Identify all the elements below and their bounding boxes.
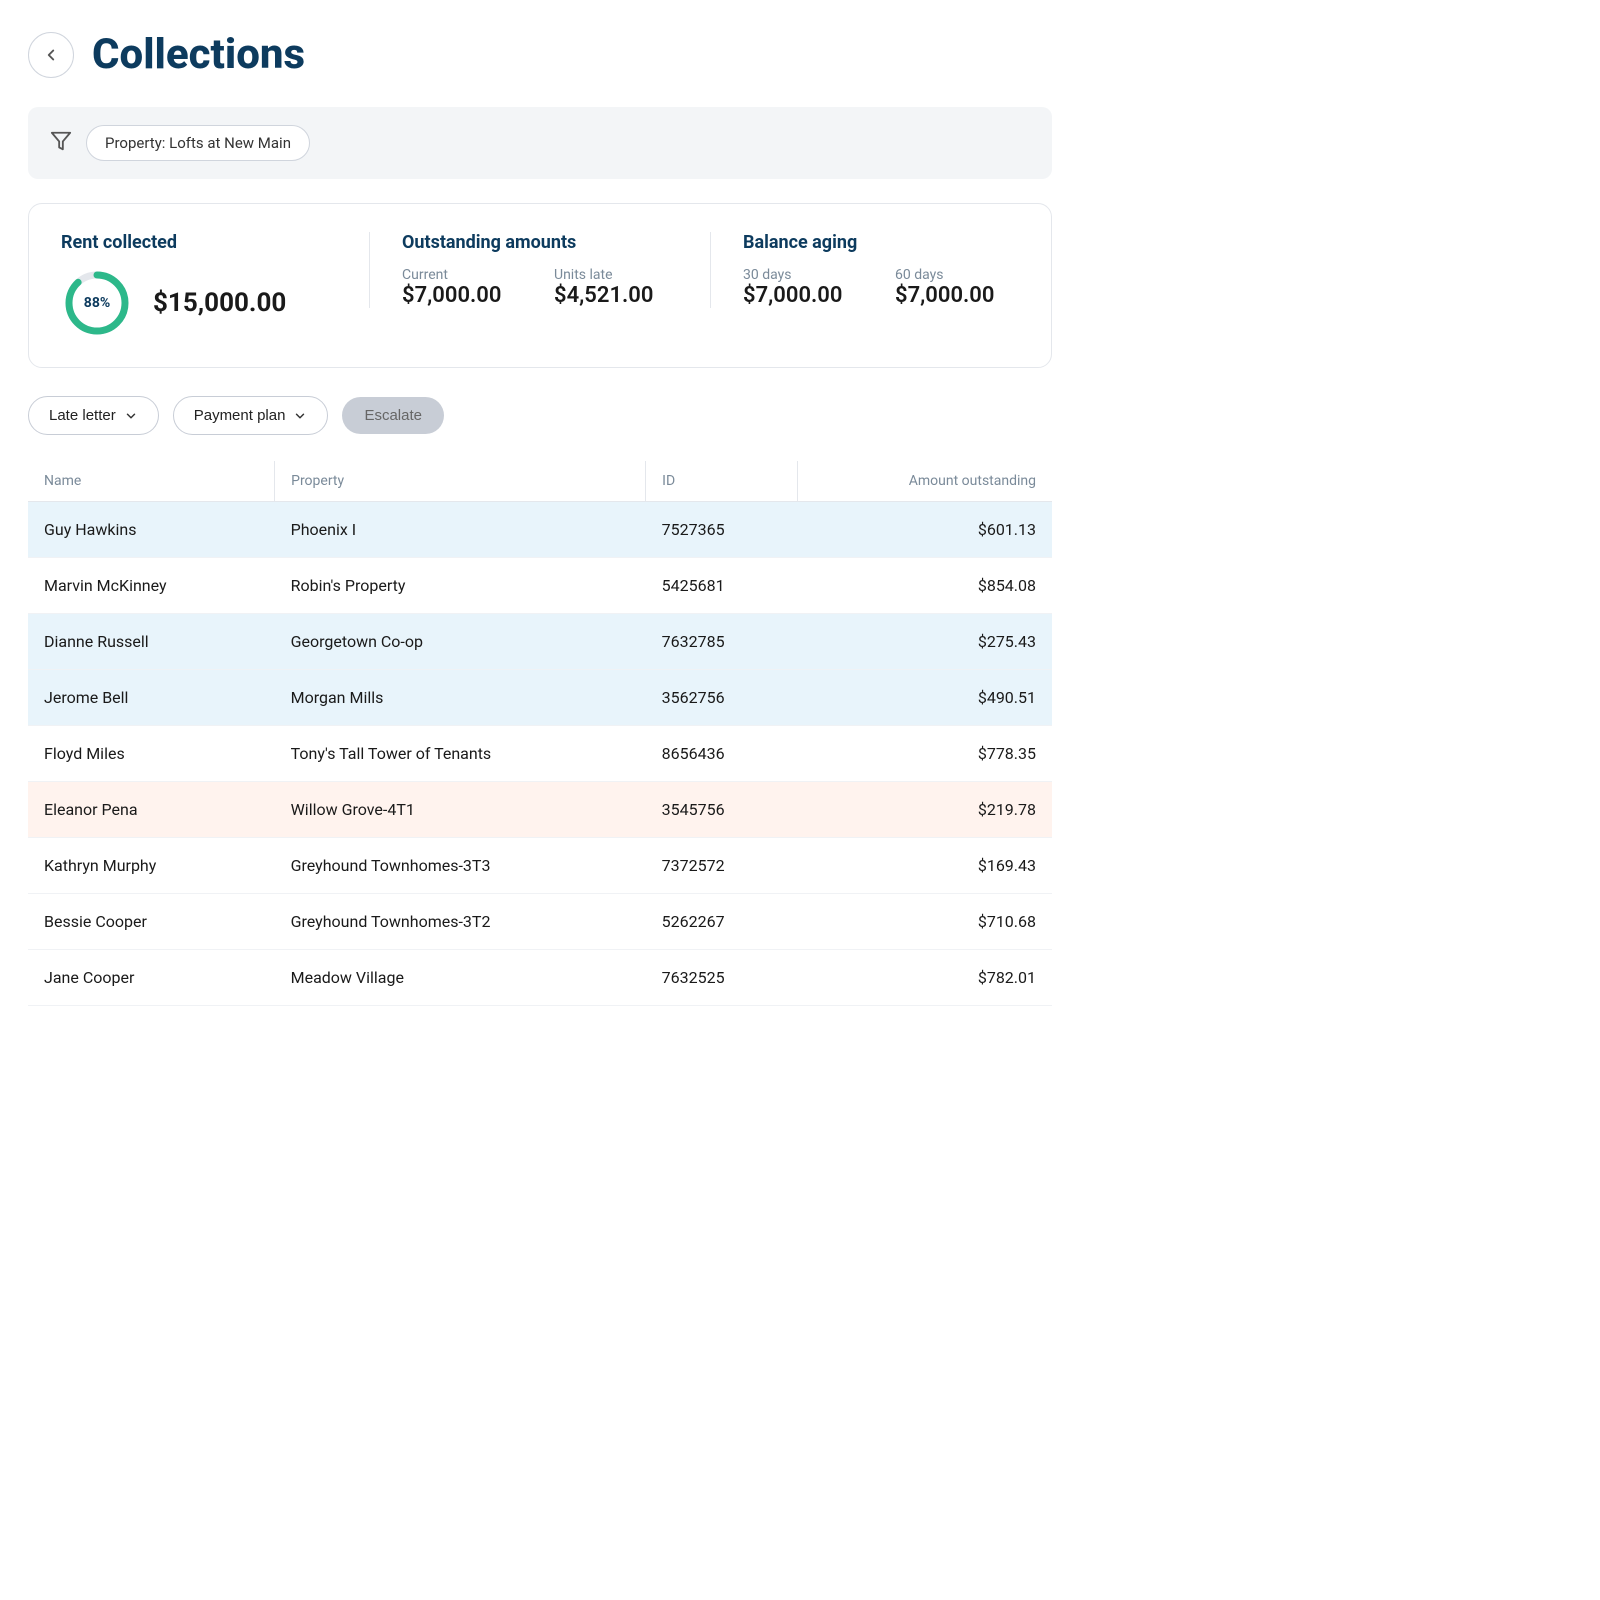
cell-id: 5262267 xyxy=(646,894,797,950)
table-row[interactable]: Jerome Bell Morgan Mills 3562756 $490.51 xyxy=(28,670,1052,726)
cell-id: 3562756 xyxy=(646,670,797,726)
cell-property: Meadow Village xyxy=(275,950,646,1006)
cell-property: Morgan Mills xyxy=(275,670,646,726)
sixty-days-value: $7,000.00 xyxy=(895,283,1019,308)
table-row[interactable]: Eleanor Pena Willow Grove-4T1 3545756 $2… xyxy=(28,782,1052,838)
filter-tag[interactable]: Property: Lofts at New Main xyxy=(86,125,310,161)
rent-amount: $15,000.00 xyxy=(153,288,286,318)
escalate-button[interactable]: Escalate xyxy=(342,397,444,434)
outstanding-amounts-label: Outstanding amounts xyxy=(402,232,678,253)
current-value: $7,000.00 xyxy=(402,283,526,308)
cell-amount: $854.08 xyxy=(797,558,1052,614)
filter-icon xyxy=(50,130,72,156)
cell-id: 7632785 xyxy=(646,614,797,670)
cell-amount: $275.43 xyxy=(797,614,1052,670)
table-row[interactable]: Floyd Miles Tony's Tall Tower of Tenants… xyxy=(28,726,1052,782)
cell-amount: $601.13 xyxy=(797,502,1052,558)
cell-amount: $219.78 xyxy=(797,782,1052,838)
cell-id: 8656436 xyxy=(646,726,797,782)
col-amount-outstanding: Amount outstanding xyxy=(797,461,1052,502)
table-row[interactable]: Jane Cooper Meadow Village 7632525 $782.… xyxy=(28,950,1052,1006)
units-late-value: $4,521.00 xyxy=(554,283,678,308)
col-property: Property xyxy=(275,461,646,502)
table-header-row: Name Property ID Amount outstanding xyxy=(28,461,1052,502)
cell-amount: $782.01 xyxy=(797,950,1052,1006)
cell-name: Eleanor Pena xyxy=(28,782,275,838)
table-row[interactable]: Marvin McKinney Robin's Property 5425681… xyxy=(28,558,1052,614)
rent-collected-section: Rent collected 88% $15,000.00 xyxy=(61,232,369,339)
cell-amount: $490.51 xyxy=(797,670,1052,726)
cell-id: 5425681 xyxy=(646,558,797,614)
cell-name: Guy Hawkins xyxy=(28,502,275,558)
cell-name: Floyd Miles xyxy=(28,726,275,782)
thirty-days-value: $7,000.00 xyxy=(743,283,867,308)
cell-property: Robin's Property xyxy=(275,558,646,614)
cell-name: Bessie Cooper xyxy=(28,894,275,950)
col-id: ID xyxy=(646,461,797,502)
chevron-down-icon-2 xyxy=(293,409,307,423)
cell-id: 3545756 xyxy=(646,782,797,838)
cell-name: Marvin McKinney xyxy=(28,558,275,614)
table-row[interactable]: Guy Hawkins Phoenix I 7527365 $601.13 xyxy=(28,502,1052,558)
chevron-down-icon xyxy=(124,409,138,423)
balance-aging-label: Balance aging xyxy=(743,232,1019,253)
cell-property: Phoenix I xyxy=(275,502,646,558)
col-name: Name xyxy=(28,461,275,502)
cell-property: Georgetown Co-op xyxy=(275,614,646,670)
action-bar: Late letter Payment plan Escalate xyxy=(28,396,1052,435)
cell-amount: $710.68 xyxy=(797,894,1052,950)
cell-name: Kathryn Murphy xyxy=(28,838,275,894)
sixty-days-label: 60 days xyxy=(895,267,1019,283)
current-label: Current xyxy=(402,267,526,283)
units-late-label: Units late xyxy=(554,267,678,283)
page-title: Collections xyxy=(92,30,305,79)
cell-amount: $169.43 xyxy=(797,838,1052,894)
outstanding-amounts-section: Outstanding amounts Current $7,000.00 Un… xyxy=(369,232,710,308)
cell-id: 7632525 xyxy=(646,950,797,1006)
stats-card: Rent collected 88% $15,000.00 Outstandin… xyxy=(28,203,1052,368)
late-letter-label: Late letter xyxy=(49,407,116,424)
payment-plan-button[interactable]: Payment plan xyxy=(173,396,329,435)
cell-property: Greyhound Townhomes-3T2 xyxy=(275,894,646,950)
cell-name: Dianne Russell xyxy=(28,614,275,670)
table-row[interactable]: Kathryn Murphy Greyhound Townhomes-3T3 7… xyxy=(28,838,1052,894)
cell-id: 7372572 xyxy=(646,838,797,894)
filter-bar: Property: Lofts at New Main xyxy=(28,107,1052,179)
rent-donut-chart: 88% xyxy=(61,267,133,339)
thirty-days-label: 30 days xyxy=(743,267,867,283)
cell-amount: $778.35 xyxy=(797,726,1052,782)
payment-plan-label: Payment plan xyxy=(194,407,286,424)
cell-property: Willow Grove-4T1 xyxy=(275,782,646,838)
late-letter-button[interactable]: Late letter xyxy=(28,396,159,435)
table-row[interactable]: Bessie Cooper Greyhound Townhomes-3T2 52… xyxy=(28,894,1052,950)
donut-label: 88% xyxy=(84,295,110,311)
collections-table: Name Property ID Amount outstanding Guy … xyxy=(28,461,1052,1006)
balance-aging-section: Balance aging 30 days $7,000.00 60 days … xyxy=(710,232,1019,308)
table-row[interactable]: Dianne Russell Georgetown Co-op 7632785 … xyxy=(28,614,1052,670)
cell-id: 7527365 xyxy=(646,502,797,558)
cell-property: Greyhound Townhomes-3T3 xyxy=(275,838,646,894)
header: Collections xyxy=(28,30,1052,79)
rent-collected-label: Rent collected xyxy=(61,232,337,253)
cell-name: Jane Cooper xyxy=(28,950,275,1006)
cell-property: Tony's Tall Tower of Tenants xyxy=(275,726,646,782)
cell-name: Jerome Bell xyxy=(28,670,275,726)
back-button[interactable] xyxy=(28,32,74,78)
